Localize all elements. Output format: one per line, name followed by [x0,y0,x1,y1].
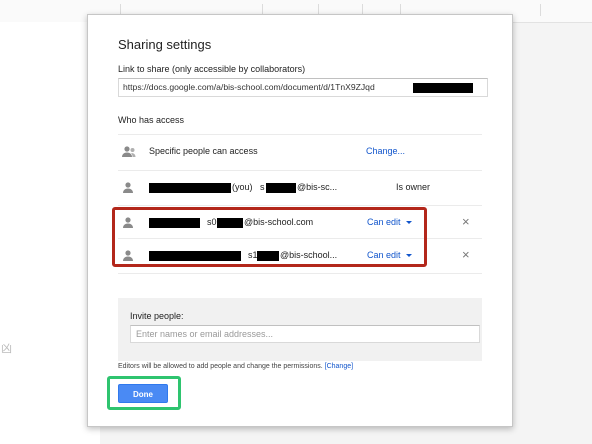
link-share-label: Link to share (only accessible by collab… [118,64,306,74]
change-visibility-link[interactable]: Change... [366,146,405,156]
editor-permission-note: Editors will be allowed to add people an… [118,363,353,370]
redaction-bar [413,83,473,93]
note-text: Editors will be allowed to add people an… [118,363,323,370]
done-highlight-box [107,376,181,410]
document-glyph: 凶 [1,343,12,355]
visibility-text: Specific people can access [149,146,258,156]
document-page: 凶 [0,22,100,444]
change-permission-link[interactable]: [Change] [325,363,353,370]
access-row-owner: (you) s @bis-sc... Is owner [118,170,482,205]
who-has-access-label: Who has access [118,115,185,125]
invite-people-label: Invite people: [130,311,184,321]
editors-highlight-box [112,207,427,267]
redaction-bar [266,183,296,193]
toolbar-separator [540,4,541,16]
access-row-visibility: Specific people can access Change... [118,134,482,169]
redaction-bar [149,183,231,193]
people-icon [121,145,136,159]
close-icon[interactable]: × [462,247,470,262]
invite-people-panel: Invite people: Enter names or email addr… [118,298,482,361]
person-icon [121,181,135,195]
owner-email-suffix: @bis-sc... [297,182,338,192]
you-label: (you) [232,182,253,192]
owner-email-prefix: s [260,182,265,192]
dialog-title: Sharing settings [118,37,212,52]
owner-role: Is owner [396,182,431,192]
close-icon[interactable]: × [462,214,470,229]
invite-people-input[interactable]: Enter names or email addresses... [130,325,480,343]
